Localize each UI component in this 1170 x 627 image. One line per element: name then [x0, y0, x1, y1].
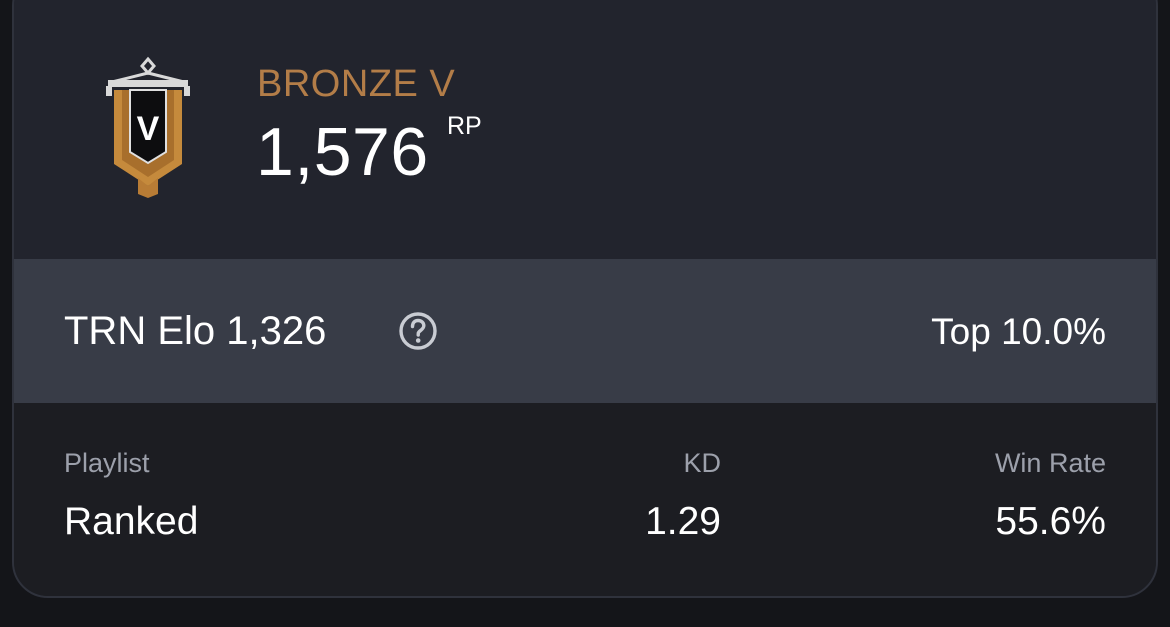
stats-table: Playlist Ranked KD 1.29 Win Rate 55.6%	[14, 403, 1156, 596]
stat-header-kd: KD	[683, 448, 721, 478]
rank-name: BRONZE V	[257, 63, 456, 105]
question-circle-icon[interactable]	[397, 310, 439, 352]
bronze-rank-badge-icon: V	[106, 56, 190, 198]
stat-column-playlist: Playlist Ranked	[64, 447, 198, 545]
stat-value-kd: 1.29	[645, 500, 721, 543]
trn-elo-label: TRN Elo 1,326	[64, 309, 327, 353]
svg-text:V: V	[137, 110, 160, 148]
stat-column-win-rate: Win Rate 55.6%	[846, 447, 1106, 545]
rank-header: V BRONZE V 1,576 RP	[14, 0, 1156, 259]
rank-points-unit: RP	[447, 112, 482, 140]
elo-top-percent: Top 10.0%	[931, 311, 1106, 352]
stat-header-playlist: Playlist	[64, 448, 150, 478]
rank-card: V BRONZE V 1,576 RP TRN Elo 1,326 Top 10…	[12, 0, 1158, 598]
rank-points-value: 1,576	[256, 114, 429, 190]
stat-value-playlist: Ranked	[64, 500, 199, 543]
stat-header-win-rate: Win Rate	[994, 448, 1106, 478]
elo-row: TRN Elo 1,326 Top 10.0%	[14, 259, 1156, 403]
stat-value-win-rate: 55.6%	[995, 500, 1106, 543]
stat-column-kd: KD 1.29	[554, 447, 721, 545]
